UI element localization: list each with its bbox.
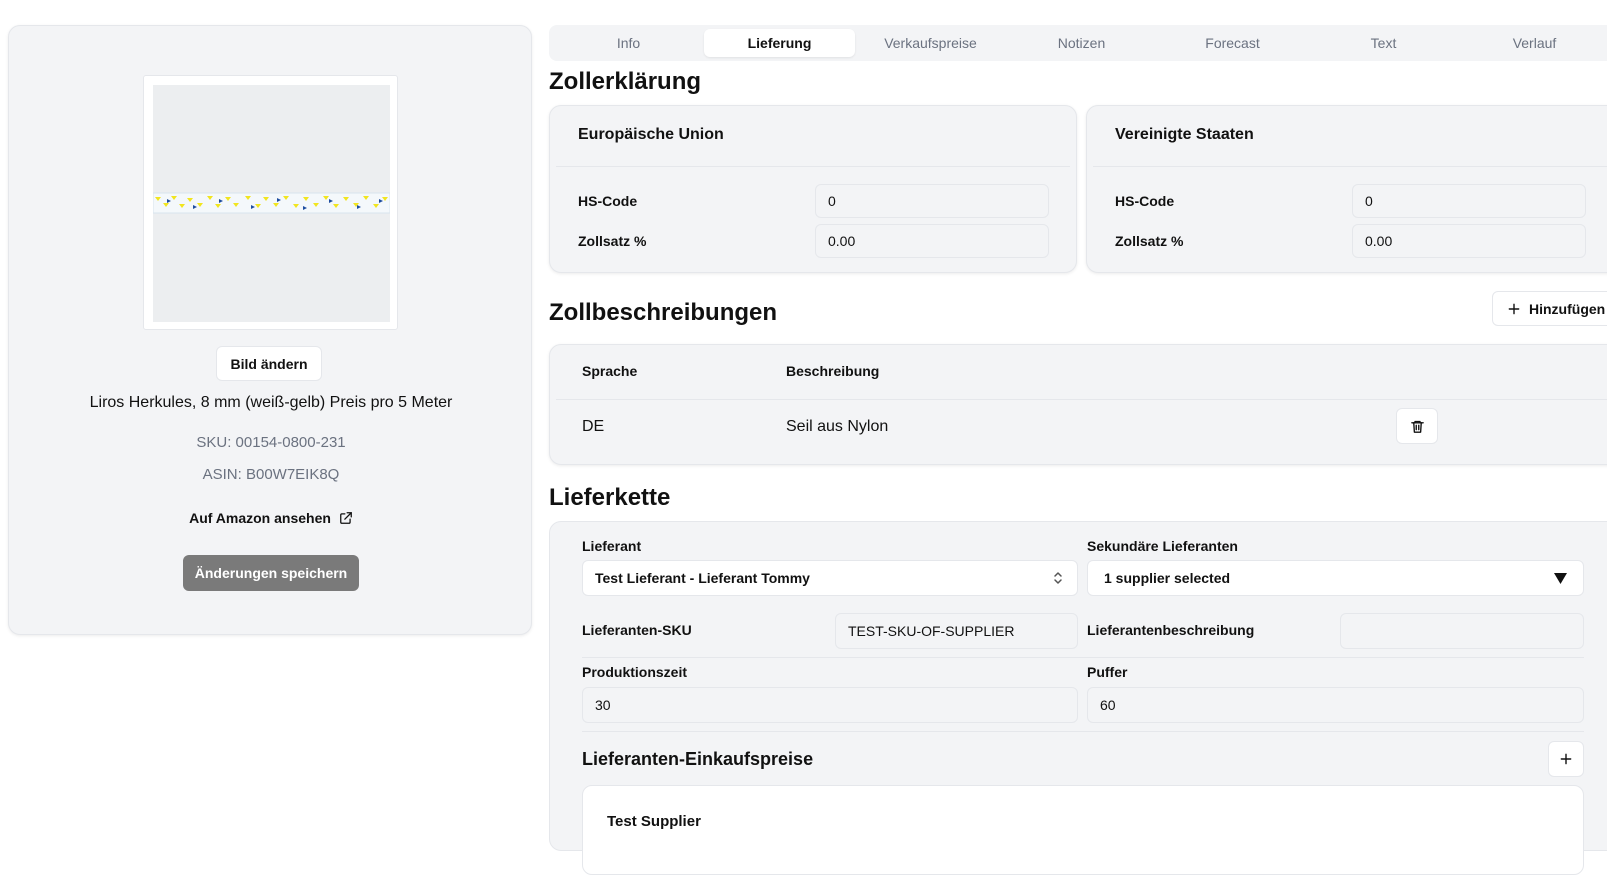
production-time-label: Produktionszeit [582, 664, 688, 680]
product-card: Bild ändern Liros Herkules, 8 mm (weiß-g… [8, 25, 532, 635]
hs-code-label: HS-Code [578, 193, 638, 209]
supplier-description-label: Lieferantenbeschreibung [1087, 622, 1255, 638]
tab-verlauf[interactable]: Verlauf [1459, 29, 1607, 57]
supply-chain-heading: Lieferkette [549, 484, 671, 511]
product-image [153, 85, 390, 322]
divider [556, 166, 1070, 167]
supplier-label: Lieferant [582, 538, 642, 554]
plus-icon [1560, 753, 1572, 765]
tab-notizen[interactable]: Notizen [1006, 29, 1157, 57]
secondary-suppliers-select[interactable]: 1 supplier selected [1087, 560, 1584, 596]
supplier-price-card-title: Test Supplier [607, 813, 701, 830]
duty-rate-label: Zollsatz % [578, 233, 647, 249]
column-header-language: Sprache [582, 363, 638, 379]
save-changes-button[interactable]: Änderungen speichern [183, 555, 359, 591]
supplier-sku-label: Lieferanten-SKU [582, 622, 692, 638]
add-purchase-price-button[interactable] [1548, 741, 1584, 777]
tab-bar: Info Lieferung Verkaufspreise Notizen Fo… [549, 25, 1607, 61]
view-on-amazon-link[interactable]: Auf Amazon ansehen [9, 510, 533, 526]
add-description-label: Hinzufügen [1529, 300, 1606, 317]
customs-eu-title: Europäische Union [578, 126, 724, 143]
production-time-input[interactable]: 30 [582, 687, 1078, 723]
row-language: DE [582, 418, 605, 435]
trash-icon [1410, 420, 1424, 433]
product-image-frame [143, 75, 398, 330]
plus-icon [1508, 303, 1520, 314]
supplier-price-card: Test Supplier [582, 785, 1584, 875]
tab-verkaufspreise[interactable]: Verkaufspreise [855, 29, 1006, 57]
row-description: Seil aus Nylon [786, 418, 889, 435]
chevron-up-down-icon [1054, 572, 1062, 584]
view-on-amazon-label: Auf Amazon ansehen [189, 510, 331, 526]
tab-forecast[interactable]: Forecast [1157, 29, 1308, 57]
customs-card-eu: Europäische Union HS-Code 0 Zollsatz % 0… [549, 105, 1077, 273]
product-asin: ASIN: B00W7EIK8Q [202, 466, 340, 483]
eu-duty-rate-input[interactable]: 0.00 [815, 224, 1049, 258]
supplier-select-value: Test Lieferant - Lieferant Tommy [595, 570, 810, 586]
customs-heading: Zollerklärung [549, 68, 702, 95]
purchase-prices-label: Lieferanten-Einkaufspreise [582, 749, 814, 769]
divider [582, 657, 1584, 658]
us-duty-rate-input[interactable]: 0.00 [1352, 224, 1586, 258]
supplier-select[interactable]: Test Lieferant - Lieferant Tommy [582, 560, 1078, 596]
product-title: Liros Herkules, 8 mm (weiß-gelb) Preis p… [89, 394, 453, 411]
product-sku: SKU: 00154-0800-231 [196, 434, 346, 451]
divider [556, 399, 1607, 400]
secondary-suppliers-value: 1 supplier selected [1104, 570, 1231, 586]
supply-chain-card: Lieferant Test Lieferant - Lieferant Tom… [549, 521, 1607, 875]
buffer-label: Puffer [1087, 664, 1128, 680]
descriptions-heading: Zollbeschreibungen [549, 299, 778, 326]
change-image-button[interactable]: Bild ändern [216, 346, 322, 381]
eu-hs-code-input[interactable]: 0 [815, 184, 1049, 218]
external-link-icon [340, 512, 352, 524]
supplier-description-input[interactable] [1340, 613, 1584, 649]
tab-info[interactable]: Info [553, 29, 704, 57]
rope-image [153, 192, 390, 214]
add-description-button[interactable]: Hinzufügen [1492, 291, 1607, 326]
customs-us-title: Vereinigte Staaten [1115, 126, 1254, 143]
duty-rate-label: Zollsatz % [1115, 233, 1184, 249]
divider [1093, 166, 1607, 167]
us-hs-code-input[interactable]: 0 [1352, 184, 1586, 218]
delete-description-button[interactable] [1396, 408, 1438, 444]
tab-lieferung[interactable]: Lieferung [704, 29, 855, 57]
customs-card-us: Vereinigte Staaten HS-Code 0 Zollsatz % … [1086, 105, 1607, 273]
tab-text[interactable]: Text [1308, 29, 1459, 57]
divider [582, 731, 1584, 732]
buffer-input[interactable]: 60 [1087, 687, 1584, 723]
supplier-sku-input[interactable]: TEST-SKU-OF-SUPPLIER [835, 613, 1078, 649]
caret-down-icon [1554, 572, 1567, 584]
descriptions-table: Sprache Beschreibung DE Seil aus Nylon [549, 344, 1607, 465]
column-header-description: Beschreibung [786, 363, 880, 379]
hs-code-label: HS-Code [1115, 193, 1175, 209]
secondary-suppliers-label: Sekundäre Lieferanten [1087, 538, 1238, 554]
